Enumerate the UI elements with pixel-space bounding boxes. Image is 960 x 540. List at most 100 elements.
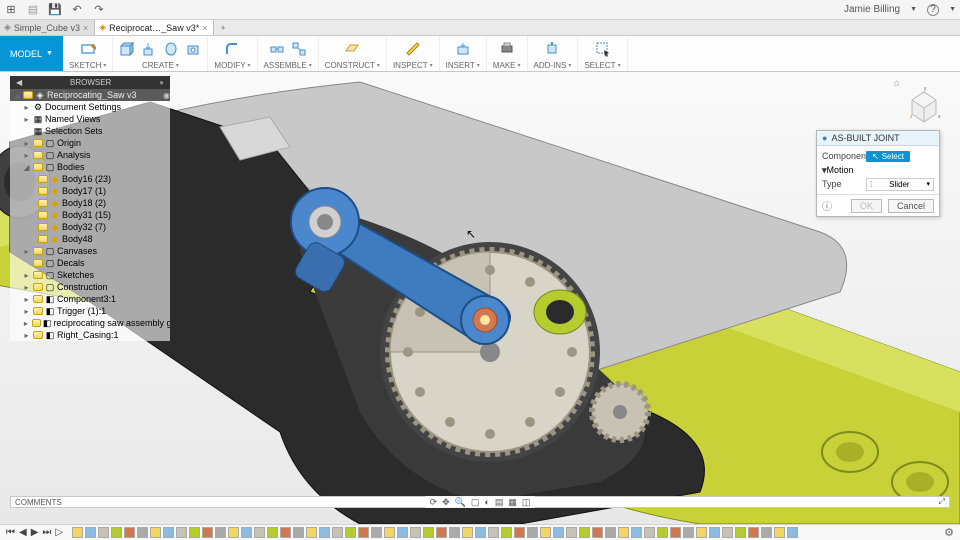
user-dropdown-icon[interactable]: ▼ [910,6,917,13]
timeline-op[interactable] [228,527,239,538]
sketch-icon[interactable] [80,41,96,57]
ribbon-group-inspect[interactable]: INSPECT [387,36,440,71]
timeline-op[interactable] [709,527,720,538]
timeline-op[interactable] [410,527,421,538]
timeline-ops[interactable] [72,527,798,538]
bulb-icon[interactable] [38,199,48,207]
bulb-icon[interactable] [38,175,48,183]
timeline-op[interactable] [371,527,382,538]
timeline-op[interactable] [111,527,122,538]
pan-icon[interactable]: ✥ [442,497,450,508]
timeline-op[interactable] [306,527,317,538]
tree-body-item[interactable]: ◆Body31 (15) [10,209,170,221]
close-icon[interactable]: × [202,23,207,33]
timeline-op[interactable] [592,527,603,538]
bulb-icon[interactable] [33,139,43,147]
browser-header[interactable]: ◀ BROWSER ● [10,76,170,89]
user-name[interactable]: Jamie Billing [844,4,900,15]
fillet-icon[interactable] [224,41,240,57]
look-icon[interactable]: ◐ [484,497,489,507]
timeline-fwd-icon[interactable]: ▶ [31,527,39,538]
bulb-icon[interactable] [33,271,43,279]
info-icon[interactable]: ⓘ [822,198,832,213]
bulb-icon[interactable] [33,259,43,267]
tree-node-trigger[interactable]: ▸◧Trigger (1):1 [10,305,170,317]
timeline-op[interactable] [488,527,499,538]
tree-node-assembly-gut[interactable]: ▸◧reciprocating saw assembly gut… [10,317,170,329]
help-dropdown-icon[interactable]: ▼ [949,6,956,13]
timeline-op[interactable] [579,527,590,538]
timeline-op[interactable] [72,527,83,538]
timeline-op[interactable] [189,527,200,538]
ribbon-group-construct[interactable]: CONSTRUCT [319,36,387,71]
ribbon-group-addins[interactable]: ADD-INS [528,36,579,71]
timeline-op[interactable] [176,527,187,538]
orbit-icon[interactable]: ⟳ [430,497,438,508]
tree-node-origin[interactable]: ▸▢Origin [10,137,170,149]
timeline-start-icon[interactable]: ⏮ [6,527,15,538]
timeline-op[interactable] [514,527,525,538]
tree-node-selection-sets[interactable]: ▦Selection Sets [10,125,170,137]
timeline-end-icon[interactable]: ⏭ [42,527,51,538]
timeline-op[interactable] [644,527,655,538]
timeline-op[interactable] [254,527,265,538]
tree-body-item[interactable]: ◆Body17 (1) [10,185,170,197]
expand-icon[interactable]: ⤢ [939,497,945,507]
timeline-op[interactable] [618,527,629,538]
zoom-icon[interactable]: 🔍 [455,497,466,508]
tree-node-analysis[interactable]: ▸▢Analysis [10,149,170,161]
tree-node-right-casing[interactable]: ▸◧Right_Casing:1 [10,329,170,341]
viewports-icon[interactable]: ◫ [522,497,531,508]
timeline-op[interactable] [475,527,486,538]
radio-icon[interactable]: ◉ [163,91,170,100]
tree-root[interactable]: ◢ ◈ Reciprocating_Saw v3 ◉ [10,89,170,101]
home-icon[interactable]: ⌂ [894,78,900,89]
timeline-play-icon[interactable]: ▷ [55,527,63,538]
timeline-op[interactable] [85,527,96,538]
tree-body-item[interactable]: ◆Body18 (2) [10,197,170,209]
measure-icon[interactable] [405,41,421,57]
timeline-settings-icon[interactable]: ⚙ [944,526,954,539]
undo-icon[interactable]: ↶ [70,3,84,17]
timeline-op[interactable] [397,527,408,538]
ribbon-group-insert[interactable]: INSERT [440,36,487,71]
timeline-op[interactable] [683,527,694,538]
timeline-back-icon[interactable]: ◀ [19,527,27,538]
tree-node-document-settings[interactable]: ▸⚙Document Settings [10,101,170,113]
extrude-icon[interactable] [141,41,157,57]
timeline-op[interactable] [436,527,447,538]
timeline-op[interactable] [462,527,473,538]
save-icon[interactable]: 💾 [48,3,62,17]
tree-node-named-views[interactable]: ▸▦Named Views [10,113,170,125]
tree-node-construction[interactable]: ▸▢Construction [10,281,170,293]
select-icon[interactable] [595,41,611,57]
timeline-op[interactable] [761,527,772,538]
dialog-title-bar[interactable]: ● AS-BUILT JOINT [817,131,939,146]
new-doc-button[interactable]: + [214,20,231,35]
timeline-op[interactable] [696,527,707,538]
bulb-icon[interactable] [33,283,43,291]
joint-icon[interactable] [269,41,285,57]
ok-button[interactable]: OK [851,199,882,213]
timeline-op[interactable] [332,527,343,538]
addins-icon[interactable] [544,41,560,57]
help-icon[interactable]: ? [927,4,939,16]
insert-icon[interactable] [455,41,471,57]
bulb-icon[interactable] [38,223,48,231]
timeline-op[interactable] [280,527,291,538]
timeline-op[interactable] [735,527,746,538]
timeline-op[interactable] [150,527,161,538]
bulb-icon[interactable] [33,295,43,303]
bulb-icon[interactable] [33,247,43,255]
ribbon-group-create[interactable]: CREATE [113,36,208,71]
tree-node-canvases[interactable]: ▸▢Canvases [10,245,170,257]
timeline-op[interactable] [163,527,174,538]
bulb-icon[interactable] [38,211,48,219]
app-menu-icon[interactable]: ⊞ [4,3,18,17]
tree-node-sketches[interactable]: ▸▢Sketches [10,269,170,281]
timeline-op[interactable] [722,527,733,538]
timeline-op[interactable] [319,527,330,538]
timeline-op[interactable] [774,527,785,538]
timeline-op[interactable] [670,527,681,538]
timeline-op[interactable] [657,527,668,538]
